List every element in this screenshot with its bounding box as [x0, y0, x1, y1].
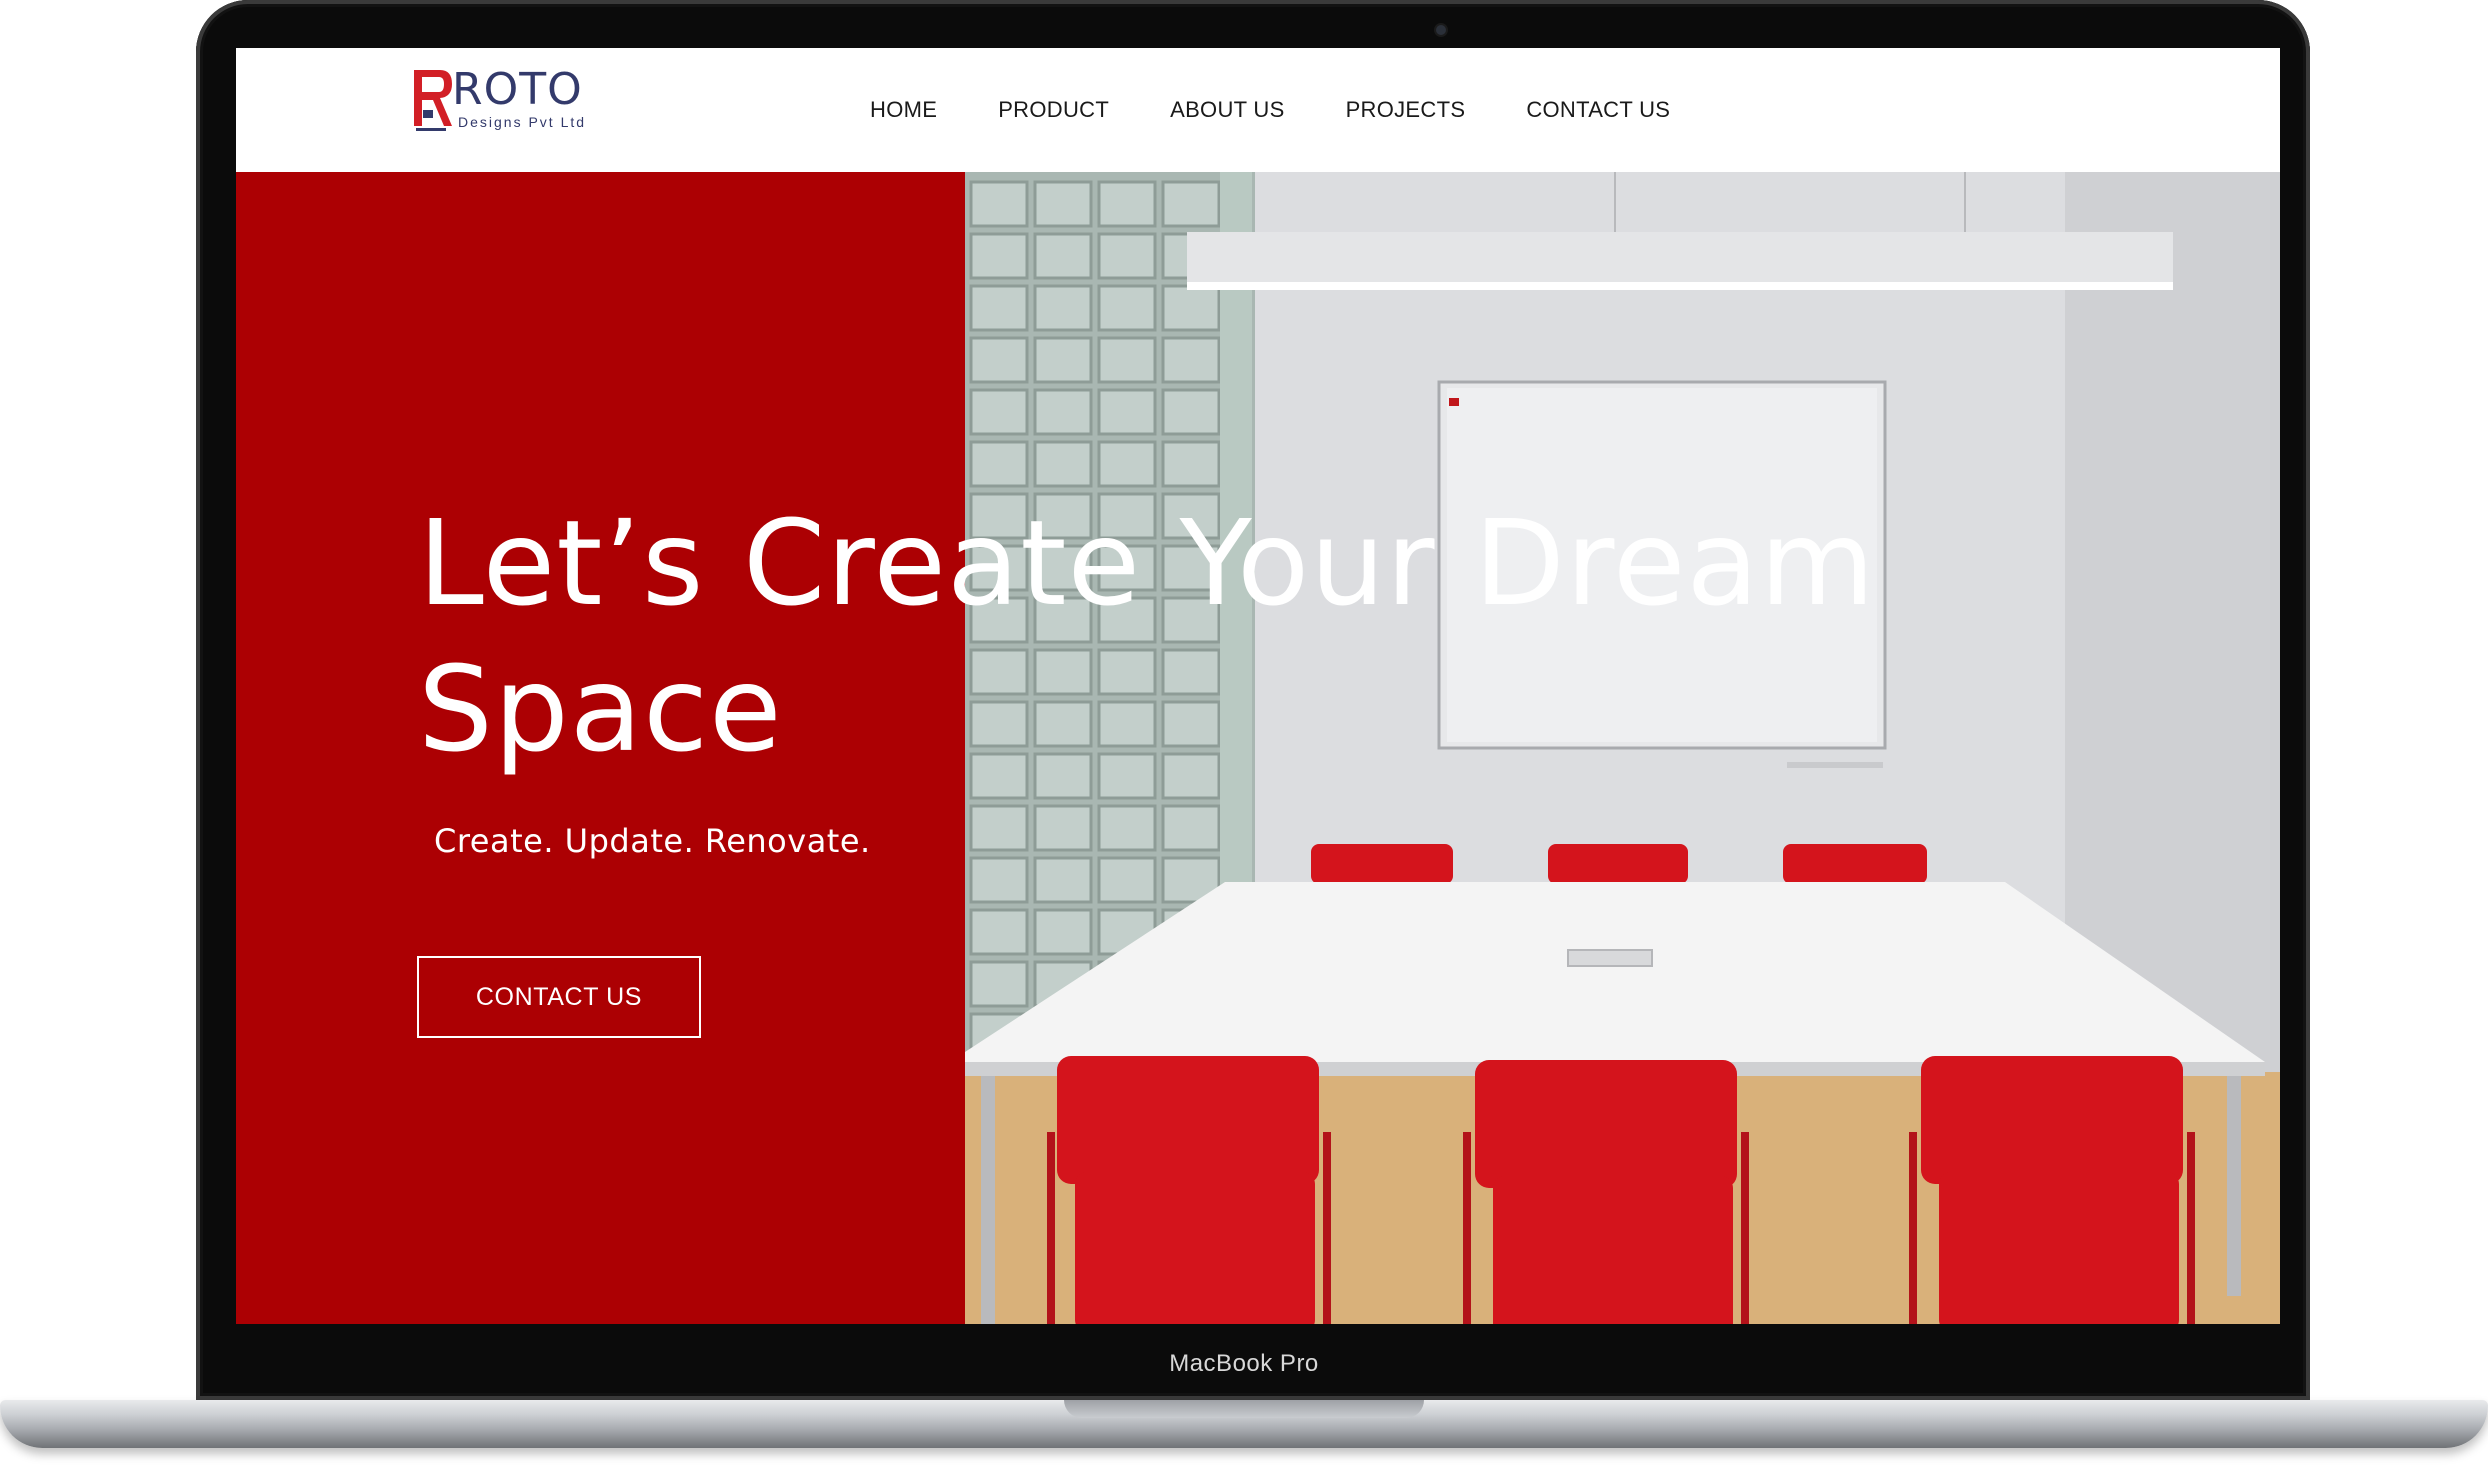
main-nav: HOME PRODUCT ABOUT US PROJECTS CONTACT U…	[870, 48, 1670, 172]
laptop-notch	[1064, 1400, 1424, 1418]
hero-title-line-1: Let’s Create Your Dream	[418, 494, 1876, 632]
nav-item-contact-us[interactable]: CONTACT US	[1526, 97, 1670, 123]
hero-section: Let’s Create Your Dream Space Create. Up…	[236, 172, 2280, 1324]
logo-subtitle: Designs Pvt Ltd	[458, 114, 587, 130]
brand-logo[interactable]: ROTO Designs Pvt Ltd	[410, 64, 590, 138]
logo-wordmark: ROTO	[452, 64, 583, 115]
nav-item-home[interactable]: HOME	[870, 97, 937, 123]
camera-icon	[1436, 25, 1446, 35]
logo-r-icon	[414, 70, 452, 131]
site-header: ROTO Designs Pvt Ltd HOME PRODUCT ABOUT …	[236, 48, 2280, 172]
contact-us-button[interactable]: CONTACT US	[417, 956, 701, 1038]
nav-item-projects[interactable]: PROJECTS	[1346, 97, 1466, 123]
device-label: MacBook Pro	[1169, 1350, 1319, 1377]
browser-screen: ROTO Designs Pvt Ltd HOME PRODUCT ABOUT …	[236, 48, 2280, 1324]
hero-tagline: Create. Update. Renovate.	[434, 822, 871, 860]
nav-item-product[interactable]: PRODUCT	[998, 97, 1109, 123]
nav-item-about-us[interactable]: ABOUT US	[1170, 97, 1284, 123]
hero-title: Let’s Create Your Dream Space	[418, 490, 2018, 782]
hero-title-line-2: Space	[418, 640, 783, 778]
device-mockup: ROTO Designs Pvt Ltd HOME PRODUCT ABOUT …	[0, 0, 2488, 1476]
